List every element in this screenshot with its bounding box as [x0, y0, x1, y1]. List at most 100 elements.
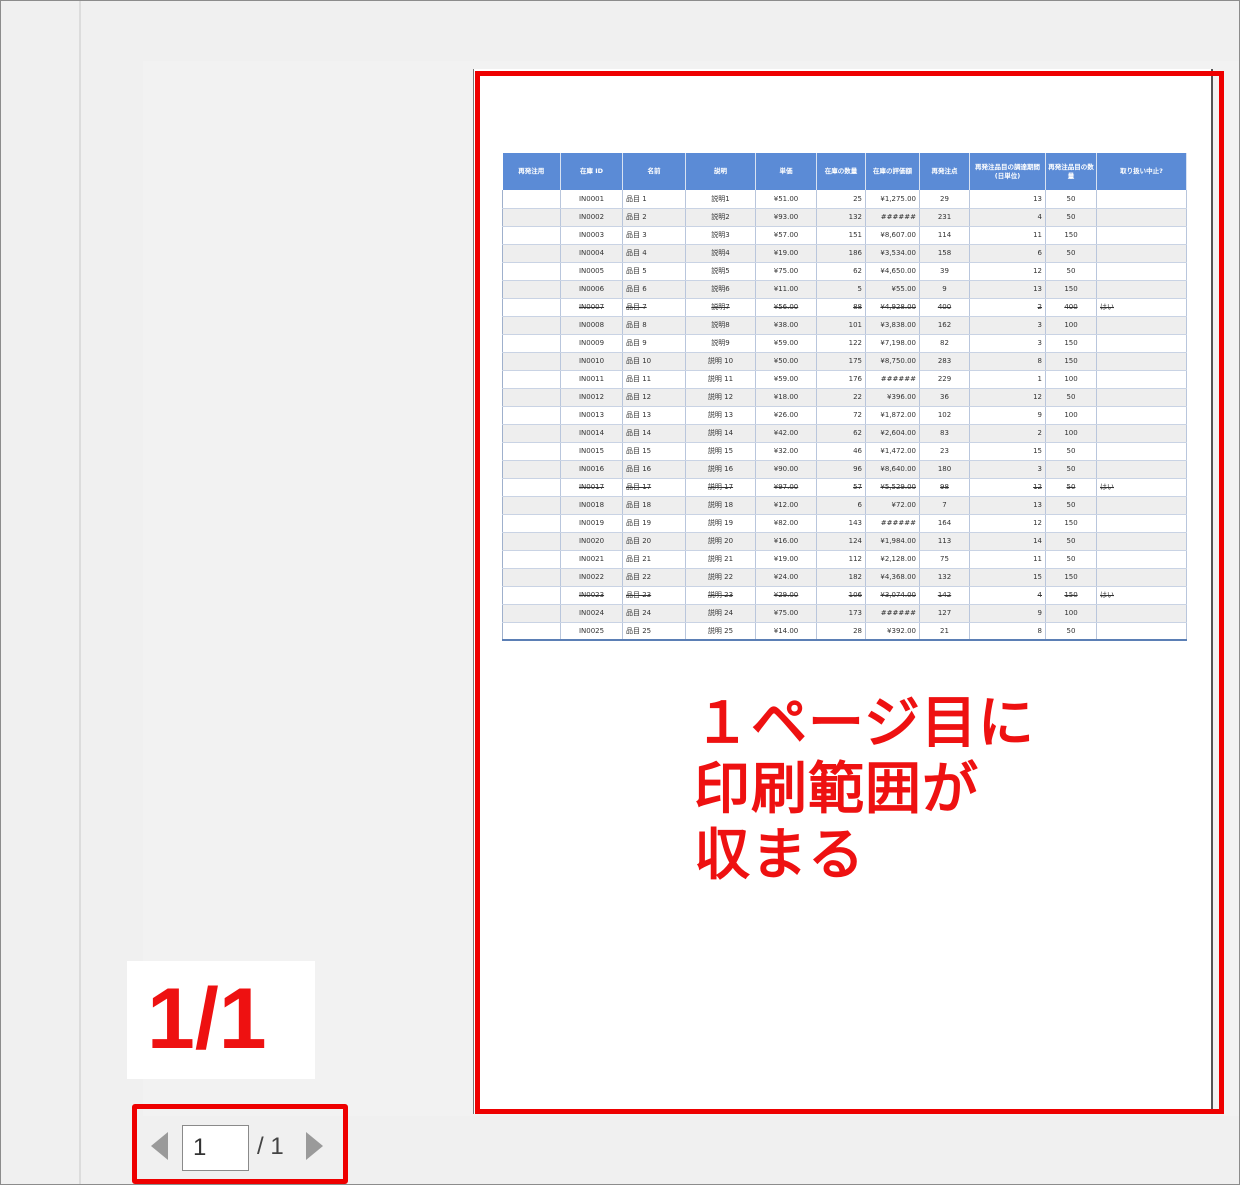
table-row: IN0025 品目 25 説明 25 ¥14.00 28 ¥392.00 21 8 50: [502, 622, 1187, 641]
table-cell: 127: [919, 604, 970, 623]
table-cell: IN0021: [560, 550, 623, 569]
triangle-left-icon[interactable]: [151, 1132, 168, 1160]
table-cell: 説明 20: [685, 532, 756, 551]
table-cell: ¥7,198.00: [865, 334, 920, 353]
table-row: IN0013 品目 13 説明 13 ¥26.00 72 ¥1,872.00 102 9 100: [502, 406, 1187, 425]
table-cell: 29: [919, 190, 970, 209]
table-cell: 50: [1045, 496, 1097, 515]
table-cell: 説明 17: [685, 478, 756, 497]
table-cell: 7: [919, 496, 970, 515]
table-cell: 3: [969, 316, 1046, 335]
table-cell: [1096, 190, 1187, 209]
table-cell: 説明 13: [685, 406, 756, 425]
table-cell: ¥32.00: [755, 442, 817, 461]
table-cell: 説明5: [685, 262, 756, 281]
table-cell: IN0023: [560, 586, 623, 605]
table-cell: [502, 496, 561, 515]
table-cell: [1096, 352, 1187, 371]
page-count-label: 1/1: [147, 971, 267, 1067]
table-cell: 25: [816, 190, 866, 209]
table-cell: 100: [1045, 316, 1097, 335]
table-cell: ¥59.00: [755, 334, 817, 353]
table-cell: [502, 370, 561, 389]
table-cell: ¥14.00: [755, 622, 817, 641]
table-cell: [502, 190, 561, 209]
table-cell: 12: [969, 262, 1046, 281]
table-cell: 品目 2: [622, 208, 686, 227]
table-cell: ¥4,368.00: [865, 568, 920, 587]
table-cell: 50: [1045, 190, 1097, 209]
table-cell: 2: [969, 298, 1046, 317]
table-cell: 説明 10: [685, 352, 756, 371]
table-cell: 15: [969, 442, 1046, 461]
table-cell: 8: [969, 622, 1046, 641]
page-total-label: / 1: [257, 1133, 284, 1160]
column-header: 取り扱い中止?: [1096, 153, 1187, 190]
annotation-line: 収まる: [694, 823, 865, 888]
table-row: IN0007 品目 7 説明7 ¥56.00 88 ¥4,928.00 400 2 400 はい: [502, 298, 1187, 317]
table-cell: [502, 478, 561, 497]
column-header: 再発注用: [502, 153, 561, 190]
table-cell: ######: [865, 208, 920, 227]
table-row: IN0006 品目 6 説明6 ¥11.00 5 ¥55.00 9 13 150: [502, 280, 1187, 299]
page-number-input[interactable]: 1: [182, 1125, 249, 1171]
table-cell: 1: [969, 370, 1046, 389]
table-cell: 品目 14: [622, 424, 686, 443]
table-cell: 説明 14: [685, 424, 756, 443]
table-row: IN0023 品目 23 説明 23 ¥29.00 106 ¥3,074.00 142 4 15…: [502, 586, 1187, 605]
table-row: IN0008 品目 8 説明8 ¥38.00 101 ¥3,838.00 162 3 100: [502, 316, 1187, 335]
table-cell: IN0019: [560, 514, 623, 533]
table-cell: 品目 8: [622, 316, 686, 335]
table-cell: 品目 17: [622, 478, 686, 497]
table-cell: 品目 21: [622, 550, 686, 569]
table-cell: ¥29.00: [755, 586, 817, 605]
table-cell: 113: [919, 532, 970, 551]
table-cell: [502, 208, 561, 227]
table-cell: 50: [1045, 208, 1097, 227]
table-cell: 品目 24: [622, 604, 686, 623]
table-cell: 12: [969, 514, 1046, 533]
table-cell: [1096, 460, 1187, 479]
table-cell: 150: [1045, 280, 1097, 299]
table-cell: 82: [919, 334, 970, 353]
table-body: IN0001 品目 1 説明1 ¥51.00 25 ¥1,275.00 29 13 50 IN00…: [502, 190, 1187, 641]
table-cell: [502, 568, 561, 587]
table-cell: 4: [969, 586, 1046, 605]
table-row: IN0018 品目 18 説明 18 ¥12.00 6 ¥72.00 7 13 50: [502, 496, 1187, 515]
table-cell: 説明6: [685, 280, 756, 299]
table-cell: IN0025: [560, 622, 623, 641]
table-cell: ¥4,928.00: [865, 298, 920, 317]
table-cell: [1096, 388, 1187, 407]
triangle-right-icon[interactable]: [306, 1132, 323, 1160]
table-cell: 175: [816, 352, 866, 371]
table-cell: [502, 280, 561, 299]
table-row: IN0014 品目 14 説明 14 ¥42.00 62 ¥2,604.00 83 2 100: [502, 424, 1187, 443]
table-cell: 品目 25: [622, 622, 686, 641]
table-row: IN0009 品目 9 説明9 ¥59.00 122 ¥7,198.00 82 3 150: [502, 334, 1187, 353]
table-cell: [1096, 622, 1187, 641]
table-cell: ¥3,534.00: [865, 244, 920, 263]
table-cell: [502, 334, 561, 353]
table-cell: [502, 388, 561, 407]
table-cell: IN0012: [560, 388, 623, 407]
table-cell: 100: [1045, 406, 1097, 425]
table-cell: 4: [969, 208, 1046, 227]
table-cell: 400: [919, 298, 970, 317]
table-cell: ¥55.00: [865, 280, 920, 299]
table-cell: [1096, 262, 1187, 281]
column-header: 再発注点: [919, 153, 970, 190]
table-cell: 2: [969, 424, 1046, 443]
table-cell: 28: [816, 622, 866, 641]
table-cell: IN0003: [560, 226, 623, 245]
table-cell: IN0002: [560, 208, 623, 227]
table-cell: 品目 4: [622, 244, 686, 263]
table-cell: 173: [816, 604, 866, 623]
table-cell: 83: [919, 424, 970, 443]
table-cell: 品目 22: [622, 568, 686, 587]
table-cell: 説明 21: [685, 550, 756, 569]
table-cell: [502, 586, 561, 605]
table-row: IN0016 品目 16 説明 16 ¥90.00 96 ¥8,640.00 180 3 50: [502, 460, 1187, 479]
table-cell: ¥4,650.00: [865, 262, 920, 281]
column-header: 説明: [685, 153, 756, 190]
table-cell: 22: [816, 388, 866, 407]
